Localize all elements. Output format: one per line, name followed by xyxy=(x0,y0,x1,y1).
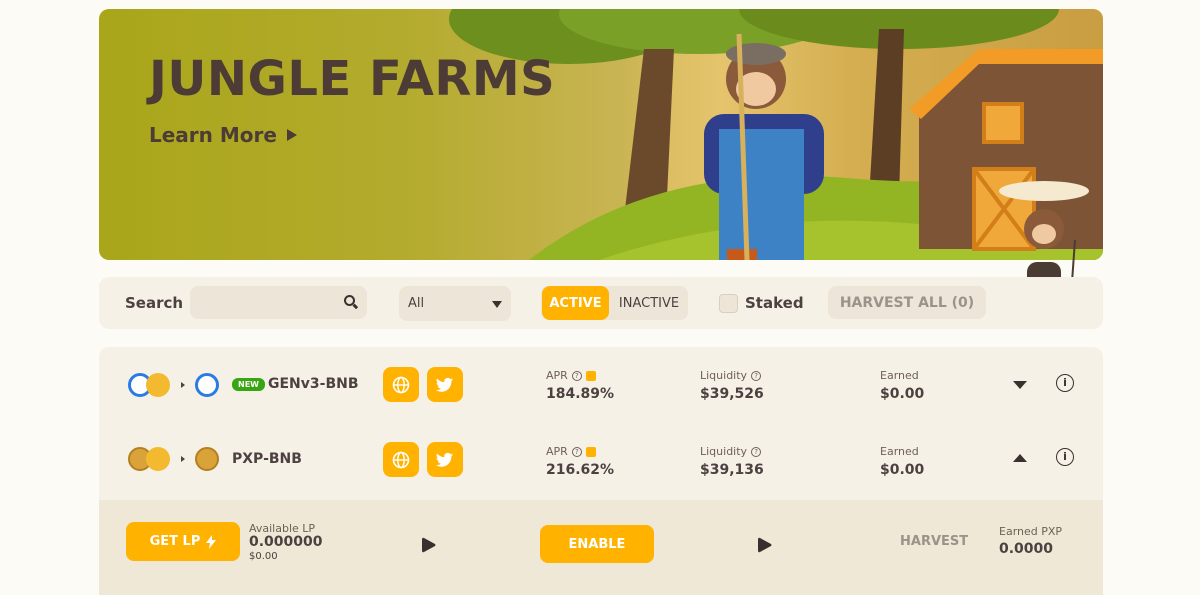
apr-value: 184.89% xyxy=(546,386,615,402)
arrow-right-icon xyxy=(181,456,185,462)
info-icon[interactable]: i xyxy=(1056,374,1074,392)
staked-checkbox[interactable] xyxy=(719,294,738,313)
search-label: Search xyxy=(125,294,184,312)
info-icon[interactable]: i xyxy=(1056,448,1074,466)
help-icon[interactable]: ? xyxy=(571,370,582,381)
apr-label-text: APR xyxy=(546,369,568,382)
farm-list: NEW GENv3-BNB APR ? 184.89% Liquidity ? … xyxy=(99,347,1103,595)
jungle-farms-banner: JUNGLE FARMS Learn More xyxy=(99,9,1103,260)
search-input[interactable] xyxy=(190,286,367,319)
apr-label-text: APR xyxy=(546,445,568,458)
help-icon[interactable]: ? xyxy=(751,446,762,457)
search-icon xyxy=(344,295,355,306)
farm-details-panel: GET LP Available LP 0.000000 $0.00 ENABL… xyxy=(99,500,1103,595)
staked-label: Staked xyxy=(745,294,804,312)
chevron-down-icon xyxy=(492,301,502,308)
filter-select[interactable]: All xyxy=(399,286,511,321)
bnb-token-icon xyxy=(146,373,170,397)
banner-title: JUNGLE FARMS xyxy=(149,51,556,107)
calculator-icon[interactable] xyxy=(585,446,596,457)
get-lp-label: GET LP xyxy=(149,534,201,549)
gen-reward-token-icon xyxy=(195,373,219,397)
pxp-reward-token-icon xyxy=(195,447,219,471)
arrow-right-icon xyxy=(181,382,185,388)
active-inactive-toggle: ACTIVE INACTIVE xyxy=(541,286,688,320)
website-button[interactable] xyxy=(383,367,419,402)
available-lp-value: 0.000000 xyxy=(249,534,323,550)
earned-value: $0.00 xyxy=(880,462,925,478)
apr-label: APR ? xyxy=(546,445,596,458)
twitter-icon xyxy=(436,452,453,467)
available-lp-usd: $0.00 xyxy=(249,551,278,562)
tab-inactive[interactable]: INACTIVE xyxy=(613,286,685,320)
farm-row[interactable]: PXP-BNB APR ? 216.62% Liquidity ? $39,13… xyxy=(99,424,1103,501)
step-arrow-icon xyxy=(758,537,772,553)
earned-value: $0.00 xyxy=(880,386,925,402)
farm-row[interactable]: NEW GENv3-BNB APR ? 184.89% Liquidity ? … xyxy=(99,347,1103,424)
harvest-button[interactable]: HARVEST xyxy=(900,534,968,549)
enable-button[interactable]: ENABLE xyxy=(540,525,654,563)
bnb-token-icon xyxy=(146,447,170,471)
website-button[interactable] xyxy=(383,442,419,477)
liquidity-label-text: Liquidity xyxy=(700,445,748,458)
calculator-icon[interactable] xyxy=(585,370,596,381)
farm-controls: Search All ACTIVE INACTIVE Staked HARVES… xyxy=(99,277,1103,329)
learn-more-label: Learn More xyxy=(149,123,277,147)
collapse-chevron-icon[interactable] xyxy=(1013,454,1027,462)
lightning-icon xyxy=(206,534,217,549)
earned-label: Earned xyxy=(880,445,919,458)
earned-pxp-value: 0.0000 xyxy=(999,541,1054,557)
pair-name: PXP-BNB xyxy=(232,451,302,467)
help-icon[interactable]: ? xyxy=(751,370,762,381)
step-arrow-icon xyxy=(422,537,436,553)
liquidity-label-text: Liquidity xyxy=(700,369,748,382)
twitter-button[interactable] xyxy=(427,442,463,477)
twitter-icon xyxy=(436,377,453,392)
expand-chevron-icon[interactable] xyxy=(1013,381,1027,389)
globe-icon xyxy=(392,376,410,393)
filter-select-value: All xyxy=(408,296,425,311)
apr-value: 216.62% xyxy=(546,462,615,478)
new-badge: NEW xyxy=(232,378,265,391)
liquidity-value: $39,526 xyxy=(700,386,764,402)
help-icon[interactable]: ? xyxy=(571,446,582,457)
learn-more-link[interactable]: Learn More xyxy=(149,123,297,147)
play-arrow-icon xyxy=(286,129,297,141)
liquidity-label: Liquidity ? xyxy=(700,445,762,458)
globe-icon xyxy=(392,451,410,468)
liquidity-label: Liquidity ? xyxy=(700,369,762,382)
earned-label: Earned xyxy=(880,369,919,382)
twitter-button[interactable] xyxy=(427,367,463,402)
pair-name: GENv3-BNB xyxy=(268,376,359,392)
apr-label: APR ? xyxy=(546,369,596,382)
harvest-all-button[interactable]: HARVEST ALL (0) xyxy=(828,286,986,319)
earned-pxp-label: Earned PXP xyxy=(999,525,1063,538)
tab-active[interactable]: ACTIVE xyxy=(542,286,609,320)
liquidity-value: $39,136 xyxy=(700,462,764,478)
get-lp-button[interactable]: GET LP xyxy=(126,522,240,561)
